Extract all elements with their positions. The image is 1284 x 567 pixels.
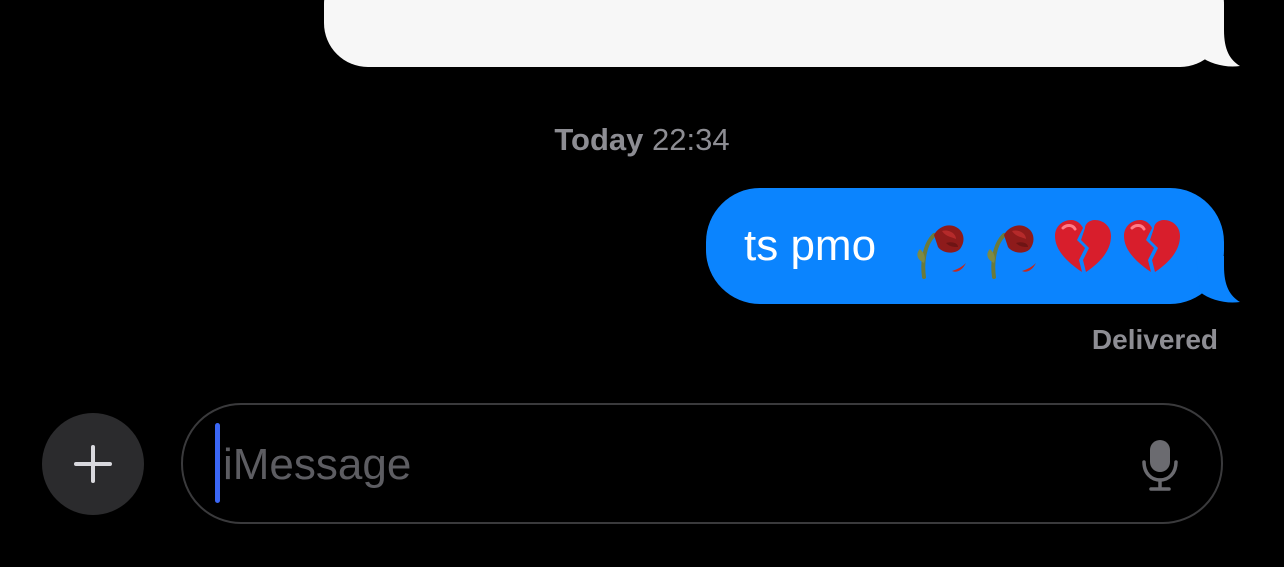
sent-message-text: ts pmo [744, 221, 877, 270]
message-timestamp: Today 22:34 [0, 121, 1284, 159]
timestamp-day: Today [554, 122, 644, 157]
text-caret [215, 423, 220, 503]
wilted-flower-icon [917, 225, 966, 279]
sent-bubble-tail [1196, 256, 1240, 303]
plus-icon [74, 445, 112, 483]
microphone-icon[interactable] [1140, 438, 1180, 492]
broken-heart-icon [1124, 220, 1180, 272]
wilted-flower-icon [987, 225, 1036, 279]
previous-bubble-tail [1196, 20, 1240, 67]
delivery-status: Delivered [1091, 324, 1218, 355]
timestamp-time: 22:34 [652, 122, 730, 157]
broken-heart-icon [1055, 220, 1111, 272]
add-attachment-button[interactable] [42, 413, 144, 515]
previous-message-bubble[interactable] [324, 0, 1224, 67]
imessage-placeholder: iMessage [223, 440, 412, 489]
